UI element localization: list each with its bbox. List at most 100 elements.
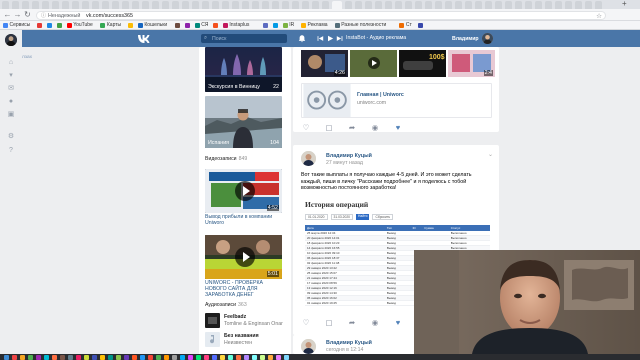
browser-tab[interactable] <box>72 1 79 9</box>
browser-tab[interactable] <box>252 1 259 9</box>
dock-app-icon[interactable] <box>60 354 65 360</box>
browser-tab[interactable] <box>375 1 382 9</box>
post-author-avatar[interactable] <box>301 151 316 166</box>
dock-app-icon[interactable] <box>180 354 185 360</box>
info-icon[interactable]: ⓘ <box>41 13 47 19</box>
bookmark-item[interactable] <box>272 22 280 29</box>
bookmark-item[interactable] <box>56 22 64 29</box>
dock-app-icon[interactable] <box>260 354 265 360</box>
browser-tab[interactable] <box>575 1 582 9</box>
browser-tab[interactable] <box>312 1 319 9</box>
views-icon[interactable]: ◉ <box>370 124 380 132</box>
bookmark-item[interactable] <box>417 22 425 29</box>
url-text[interactable]: vk.com/success365 <box>86 13 133 19</box>
dock-app-icon[interactable] <box>140 354 145 360</box>
videos-section-header[interactable]: Видеозаписи 849 <box>205 156 247 162</box>
back-button[interactable]: ← <box>3 10 12 19</box>
play-button-icon[interactable] <box>235 181 255 201</box>
url-field[interactable]: ⓘ Ненадежный vk.com/success365 ☆ <box>36 10 606 20</box>
browser-tab[interactable] <box>595 1 602 9</box>
browser-tab[interactable] <box>2 1 9 9</box>
post-time[interactable]: 27 минут назад <box>326 160 363 166</box>
browser-tab[interactable] <box>525 1 532 9</box>
browser-tab[interactable] <box>355 1 362 9</box>
help-icon[interactable]: ? <box>7 147 15 155</box>
dock-app-icon[interactable] <box>268 354 273 360</box>
comment-icon[interactable]: ▢ <box>324 124 334 132</box>
home-icon[interactable]: ⌂ <box>7 59 15 67</box>
browser-tab[interactable] <box>475 1 482 9</box>
player-track-title[interactable]: InstaBot - Аудио реклама <box>346 35 406 41</box>
dock-app-icon[interactable] <box>84 354 89 360</box>
next-track-icon[interactable] <box>336 34 344 43</box>
new-tab-button[interactable]: + <box>622 0 627 8</box>
settings-icon[interactable]: ⚙ <box>7 133 15 141</box>
bookmark-item[interactable]: Кошельки <box>137 22 167 29</box>
dock-app-icon[interactable] <box>236 354 241 360</box>
dock-app-icon[interactable] <box>116 354 121 360</box>
browser-tab[interactable] <box>435 1 442 9</box>
bookmark-item[interactable]: СЯ <box>194 22 208 29</box>
browser-tab[interactable] <box>122 1 129 9</box>
friends-icon[interactable]: ● <box>7 98 15 106</box>
browser-tab[interactable] <box>82 1 89 9</box>
post-time[interactable]: сегодня в 12:14 <box>326 347 363 353</box>
vk-search[interactable]: ⌕ <box>201 34 287 43</box>
share-icon[interactable]: ➦ <box>347 124 357 132</box>
browser-tab[interactable] <box>272 1 279 9</box>
bookmark-item[interactable] <box>46 22 54 29</box>
browser-tab[interactable] <box>112 1 119 9</box>
user-avatar[interactable] <box>482 33 493 44</box>
bookmark-star-icon[interactable]: ☆ <box>596 12 602 20</box>
browser-tab[interactable] <box>42 1 49 9</box>
album-card[interactable]: Экскурсия в Винницу 22 <box>205 47 282 92</box>
browser-tab[interactable] <box>262 1 269 9</box>
album-card[interactable]: Испания 104 <box>205 96 282 148</box>
dock-app-icon[interactable] <box>100 354 105 360</box>
dock-app-icon[interactable] <box>252 354 257 360</box>
dock-app-icon[interactable] <box>284 354 289 360</box>
link-preview-card[interactable]: Главная | Uniworc uniworc.com <box>301 83 492 118</box>
dock-app-icon[interactable] <box>276 354 281 360</box>
browser-tab[interactable] <box>405 1 412 9</box>
browser-tab[interactable] <box>182 1 189 9</box>
bookmark-item[interactable]: Разные полезности <box>334 22 386 29</box>
browser-tab[interactable] <box>302 1 309 9</box>
bookmark-item[interactable]: Реклама <box>301 22 328 29</box>
browser-tab[interactable] <box>495 1 502 9</box>
vk-logo-icon[interactable] <box>137 33 151 44</box>
browser-tab[interactable] <box>565 1 572 9</box>
browser-tab[interactable] <box>92 1 99 9</box>
messages-icon[interactable]: ✉ <box>7 85 15 93</box>
post-video-thumb[interactable]: 4:26 <box>301 50 348 77</box>
post-author-avatar[interactable] <box>301 339 316 354</box>
browser-tab[interactable] <box>102 1 109 9</box>
dock-app-icon[interactable] <box>36 354 41 360</box>
forward-button[interactable]: → <box>13 10 22 19</box>
views-icon[interactable]: ◉ <box>370 319 380 327</box>
browser-tab[interactable] <box>222 1 229 9</box>
browser-tab[interactable] <box>415 1 422 9</box>
dock-app-icon[interactable] <box>52 354 57 360</box>
audio-section-header[interactable]: Аудиозаписи 363 <box>205 302 247 308</box>
post-video-thumb[interactable]: 2:4 <box>448 50 495 77</box>
dock-app-icon[interactable] <box>204 354 209 360</box>
bookmark-item[interactable]: YouTube <box>66 22 93 29</box>
dock-app-icon[interactable] <box>28 354 33 360</box>
dock-app-icon[interactable] <box>68 354 73 360</box>
bookmark-item[interactable] <box>174 22 182 29</box>
bookmark-item[interactable]: Карты <box>100 22 121 29</box>
like-icon[interactable]: ♡ <box>301 124 311 132</box>
dock-app-icon[interactable] <box>148 354 153 360</box>
browser-tab[interactable] <box>162 1 169 9</box>
browser-tab[interactable] <box>62 1 69 9</box>
user-name[interactable]: Владимир <box>452 36 479 42</box>
post-video-thumb[interactable]: 100$ <box>399 50 446 77</box>
dock-app-icon[interactable] <box>124 354 129 360</box>
browser-tab[interactable] <box>32 1 39 9</box>
browser-tab[interactable] <box>232 1 239 9</box>
browser-tab[interactable] <box>535 1 542 9</box>
dock-app-icon[interactable] <box>132 354 137 360</box>
browser-tab[interactable] <box>292 1 299 9</box>
search-input[interactable] <box>212 34 284 43</box>
